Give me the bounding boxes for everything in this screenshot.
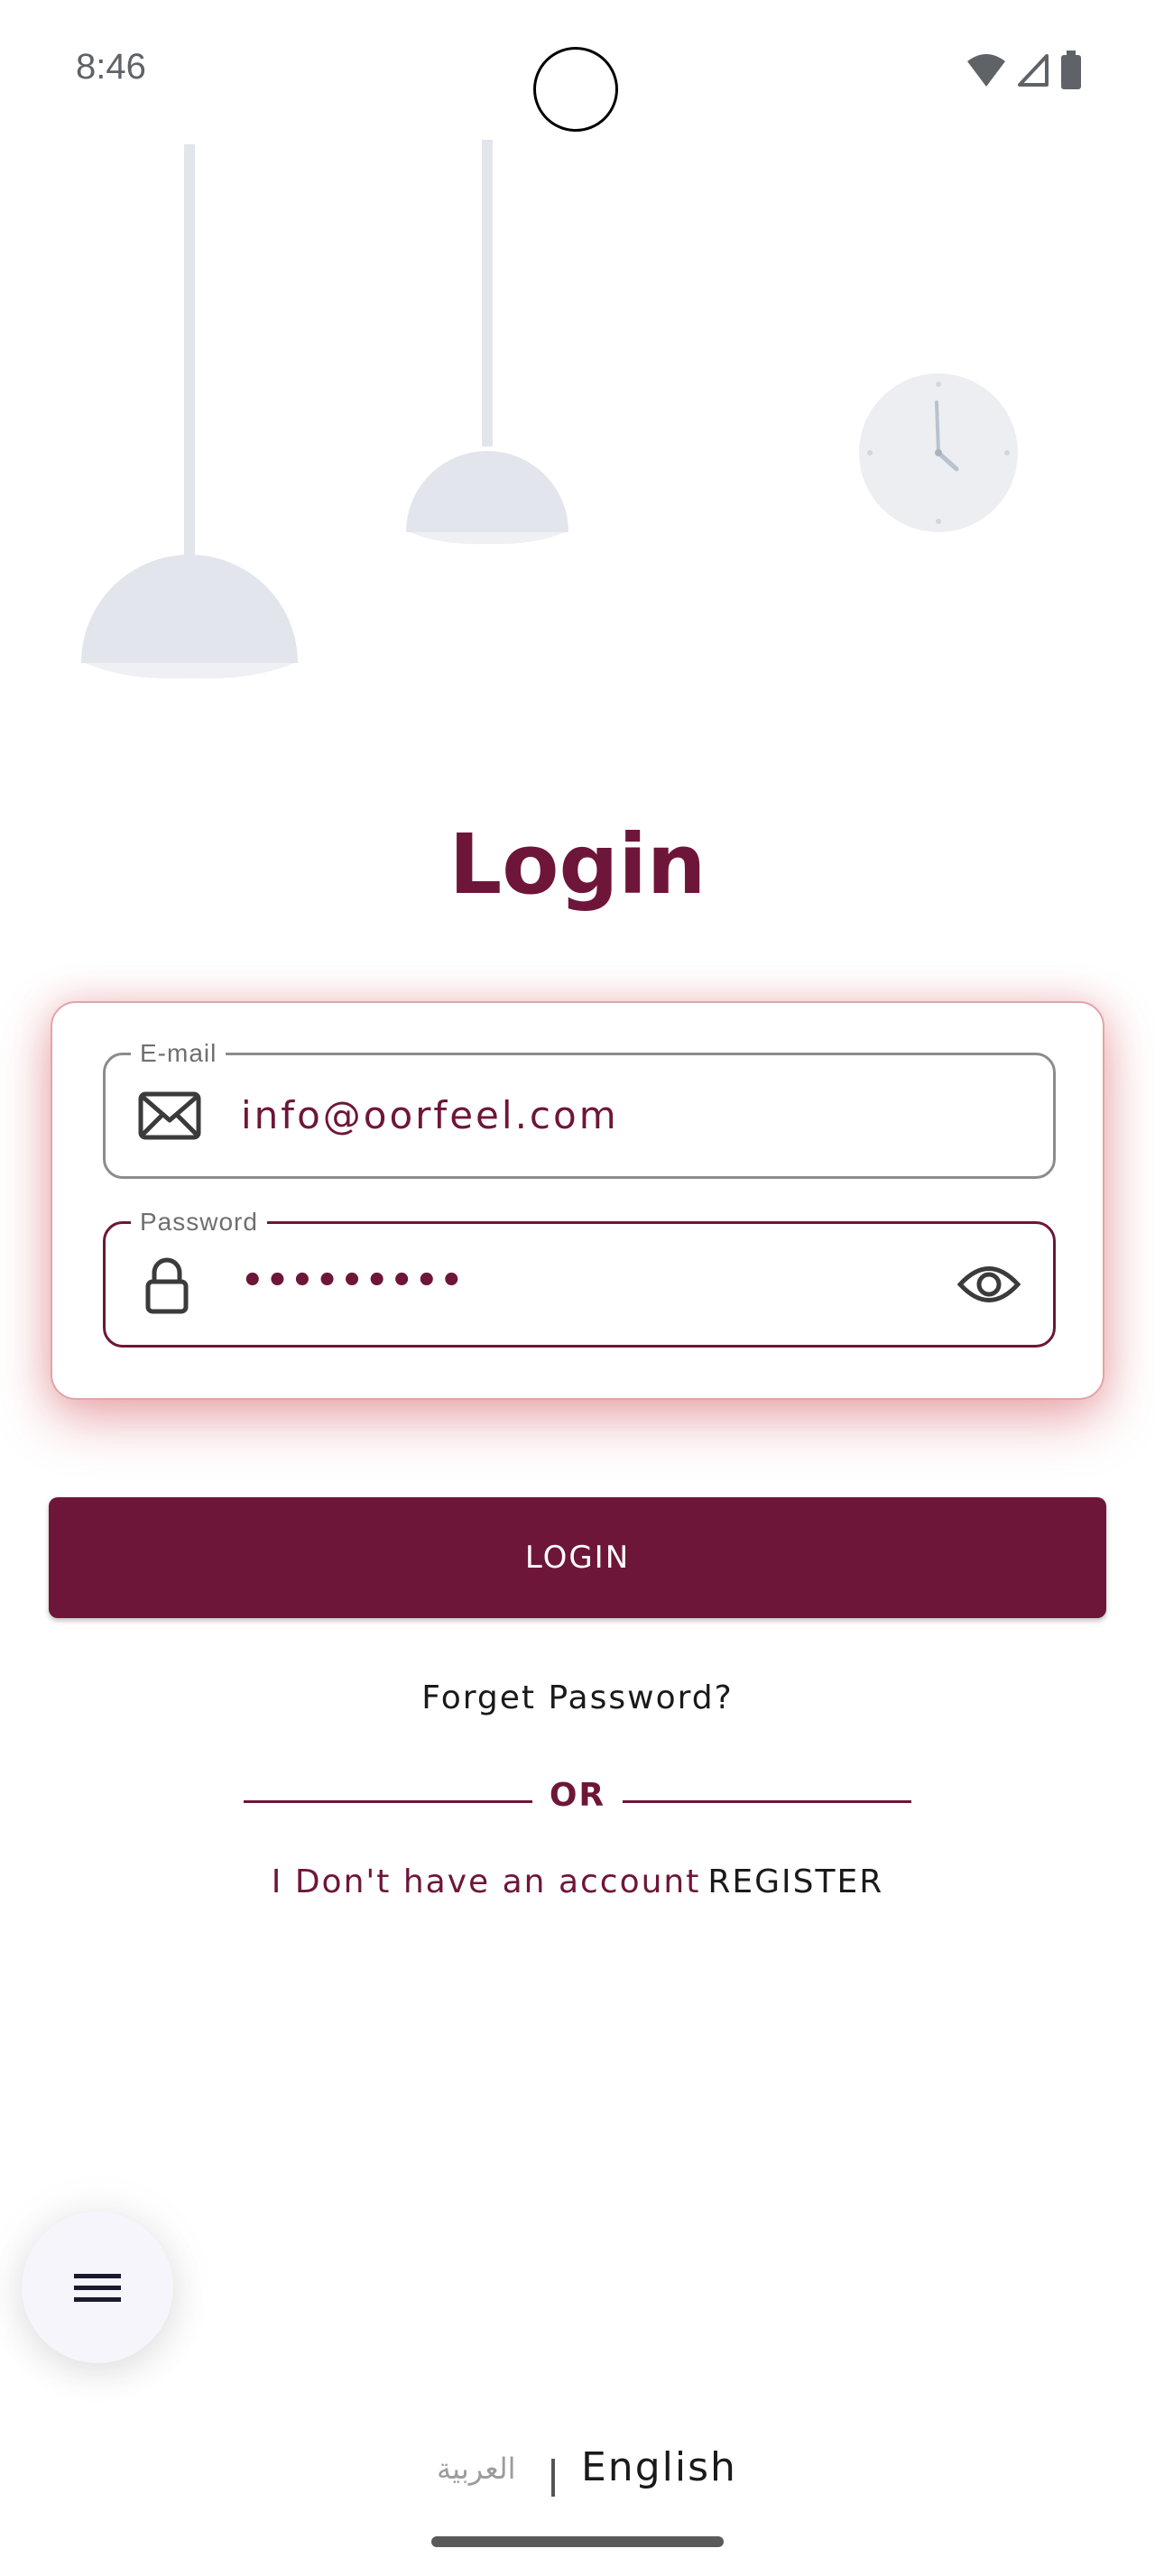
status-icons: [966, 51, 1083, 90]
lock-icon: [145, 1256, 189, 1318]
language-english[interactable]: English: [581, 2444, 737, 2490]
camera-cutout: [533, 47, 618, 132]
eye-icon[interactable]: [956, 1260, 1021, 1312]
pendant-lamp-small: [406, 140, 568, 545]
no-account-text: I Don't have an account: [271, 1863, 701, 1900]
status-bar: 8:46: [0, 0, 1155, 135]
mail-icon: [138, 1090, 201, 1145]
home-indicator[interactable]: [431, 2536, 724, 2547]
or-divider-line-right: [623, 1800, 911, 1803]
register-row: I Don't have an account REGISTER: [0, 1863, 1155, 1900]
or-divider: OR: [244, 1773, 911, 1827]
language-arabic[interactable]: العربية: [437, 2452, 515, 2486]
pendant-lamp-large: [81, 144, 298, 679]
or-label: OR: [549, 1777, 606, 1814]
email-input[interactable]: info@oorfeel.com: [241, 1055, 619, 1176]
password-input[interactable]: •••••••••: [241, 1224, 465, 1345]
email-field[interactable]: E-mail info@oorfeel.com: [103, 1037, 1056, 1179]
email-field-label: E-mail: [131, 1037, 226, 1070]
forget-password-link[interactable]: Forget Password?: [0, 1679, 1155, 1716]
wifi-icon: [966, 52, 1007, 88]
register-link[interactable]: REGISTER: [707, 1863, 883, 1900]
page-title: Login: [448, 816, 707, 913]
status-time: 8:46: [76, 47, 146, 87]
menu-icon: [74, 2274, 121, 2302]
login-form-card: E-mail info@oorfeel.com Password •••••••…: [51, 1001, 1104, 1400]
language-switcher: العربية English: [0, 2444, 1155, 2498]
battery-icon: [1059, 51, 1083, 90]
cell-signal-icon: [1016, 52, 1050, 88]
menu-fab[interactable]: [22, 2212, 173, 2363]
login-button[interactable]: LOGIN: [49, 1497, 1106, 1618]
wall-clock: [859, 373, 1018, 532]
language-separator: [551, 2459, 555, 2497]
password-field[interactable]: Password •••••••••: [103, 1206, 1056, 1348]
